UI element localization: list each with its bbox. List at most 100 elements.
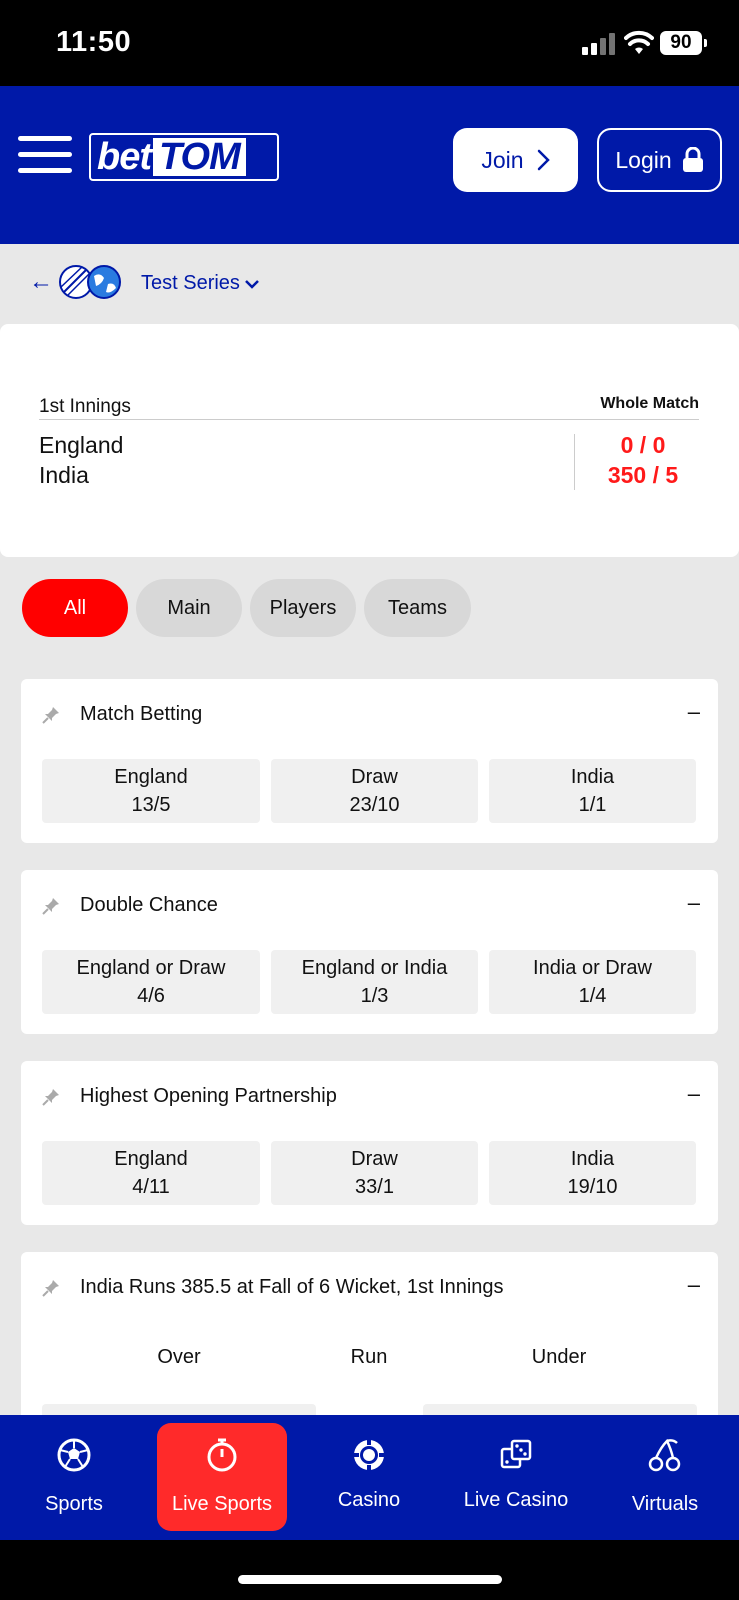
odds-button[interactable]: India 19/10 [489,1141,696,1205]
scoreboard-card: 1st Innings Whole Match England India 0 … [0,324,739,557]
market-card: Match Betting – England 13/5 Draw 23/10 … [21,679,718,843]
odds-button[interactable]: England or Draw 4/6 [42,950,260,1014]
filter-chip-players[interactable]: Players [250,579,356,637]
home-indicator[interactable] [238,1575,502,1584]
logo-text-bet: bet [97,135,152,178]
odds-button[interactable]: Draw 33/1 [271,1141,478,1205]
nav-label: Live Sports [171,1493,273,1515]
outcome-odds: 13/5 [131,794,171,816]
nav-live-sports[interactable]: Live Sports [157,1423,287,1531]
market-filter-bar: All Main Players Teams [0,557,739,657]
market-header[interactable]: Match Betting – [21,679,718,751]
odds-button[interactable]: England 13/5 [42,759,260,823]
stopwatch-icon [207,1438,237,1472]
filter-chip-all[interactable]: All [22,579,128,637]
chevron-right-icon [537,149,550,171]
market-title: India Runs 385.5 at Fall of 6 Wicket, 1s… [80,1276,504,1298]
outcome-label: England or India [301,957,448,979]
wifi-icon [624,30,654,54]
outcome-label: Draw [351,1148,398,1170]
pin-icon[interactable] [41,896,61,916]
outcome-label: England or Draw [76,957,226,979]
hamburger-menu-icon[interactable] [18,134,72,174]
team-score: 350 / 5 [607,462,679,488]
under-column-label: Under [531,1346,587,1368]
nav-sports[interactable]: Sports [9,1423,139,1531]
filter-chip-main[interactable]: Main [136,579,242,637]
over-column-label: Over [157,1346,201,1368]
market-card: Highest Opening Partnership – England 4/… [21,1061,718,1225]
pin-icon[interactable] [41,705,61,725]
nav-label: Casino [337,1489,401,1511]
nav-label: Virtuals [631,1493,699,1515]
outcome-label: India or Draw [533,957,652,979]
market-header[interactable]: India Runs 385.5 at Fall of 6 Wicket, 1s… [21,1252,718,1324]
market-title: Match Betting [80,703,203,725]
pin-icon[interactable] [41,1087,61,1107]
nav-virtuals[interactable]: Virtuals [600,1423,730,1531]
score-divider [574,434,575,490]
nav-casino[interactable]: Casino [304,1423,434,1531]
dice-icon [500,1439,532,1469]
signal-icon [582,33,618,55]
filter-chip-teams[interactable]: Teams [364,579,471,637]
back-arrow-icon[interactable]: ← [29,268,53,296]
odds-button[interactable]: Draw 23/10 [271,759,478,823]
battery-indicator: 90 [660,31,707,55]
series-title: Test Series [141,272,240,294]
market-title: Highest Opening Partnership [80,1085,337,1107]
join-button[interactable]: Join [453,128,578,192]
casino-chip-icon [354,1440,384,1470]
whole-match-label: Whole Match [600,395,699,412]
outcome-odds: 23/10 [349,794,400,816]
market-card: Double Chance – England or Draw 4/6 Engl… [21,870,718,1034]
run-column-label: Run [350,1346,388,1368]
home-indicator-area [0,1540,739,1600]
team-name: England [39,432,124,458]
logo-text-tom: TOM [153,138,246,176]
bettom-logo[interactable]: bet TOM [89,133,279,181]
odds-button[interactable]: India or Draw 1/4 [489,950,696,1014]
nav-label: Sports [45,1493,103,1515]
cricket-ball-icon [59,265,121,299]
outcome-odds: 4/6 [137,985,165,1007]
odds-button[interactable]: England 4/11 [42,1141,260,1205]
status-bar: 11:50 90 [0,0,739,86]
login-button[interactable]: Login [597,128,722,192]
outcome-label: England [114,1148,188,1170]
odds-button[interactable]: India 1/1 [489,759,696,823]
outcome-label: India [570,1148,615,1170]
outcome-odds: 19/10 [567,1176,618,1198]
bottom-navigation: Sports Live Sports Casino Live Casino Vi… [0,1415,739,1540]
status-time: 11:50 [56,26,132,58]
over-odds-button[interactable] [42,1404,316,1415]
market-header[interactable]: Double Chance – [21,870,718,942]
chevron-down-icon [245,279,259,289]
odds-button[interactable]: England or India 1/3 [271,950,478,1014]
breadcrumb: ← Test Series [0,244,739,324]
team-name: India [39,462,89,488]
team-score: 0 / 0 [620,432,666,458]
login-label: Login [615,146,672,173]
collapse-icon[interactable]: – [688,699,700,725]
pin-icon[interactable] [41,1278,61,1298]
outcome-odds: 4/11 [132,1176,170,1198]
nav-live-casino[interactable]: Live Casino [451,1423,581,1531]
under-odds-button[interactable] [423,1404,697,1415]
outcome-odds: 1/3 [360,985,389,1007]
outcome-odds: 1/1 [578,794,607,816]
collapse-icon[interactable]: – [688,890,700,916]
market-card: India Runs 385.5 at Fall of 6 Wicket, 1s… [21,1252,718,1415]
collapse-icon[interactable]: – [688,1081,700,1107]
soccer-ball-icon [57,1438,91,1472]
nav-label: Live Casino [463,1489,569,1511]
cherries-icon [648,1438,681,1472]
outcome-odds: 1/4 [578,985,607,1007]
outcome-label: Draw [351,766,398,788]
innings-label: 1st Innings [39,396,131,417]
outcome-label: England [114,766,188,788]
series-dropdown[interactable]: Test Series [141,272,260,295]
market-title: Double Chance [80,894,218,916]
collapse-icon[interactable]: – [688,1272,700,1298]
market-header[interactable]: Highest Opening Partnership – [21,1061,718,1133]
